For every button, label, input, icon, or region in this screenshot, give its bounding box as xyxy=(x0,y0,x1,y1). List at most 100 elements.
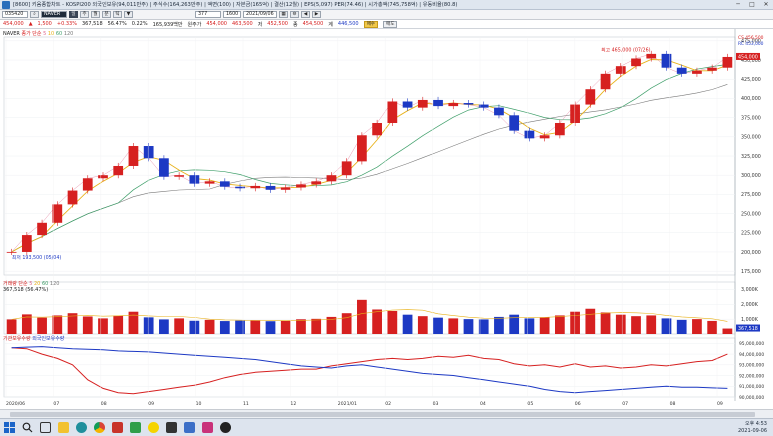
candle-body xyxy=(189,175,200,184)
candle-body xyxy=(448,103,459,107)
volume-bar xyxy=(204,319,215,334)
scroll-thumb[interactable] xyxy=(10,412,755,417)
volume-bar xyxy=(478,319,489,334)
volume-tick-label: 2,000K xyxy=(741,302,759,308)
candle-body xyxy=(600,73,611,90)
edge-icon[interactable] xyxy=(72,419,90,436)
tb-btn-day[interactable]: 일 xyxy=(69,11,78,18)
system-clock[interactable]: 오후 4:53 2021-09-06 xyxy=(738,421,767,435)
x-tick-label: 07 xyxy=(622,401,628,407)
candle-body xyxy=(250,185,261,189)
price-tick-label: 250,000 xyxy=(741,211,761,217)
stock-chart[interactable]: 475,000450,000425,000400,000375,000350,0… xyxy=(0,29,773,409)
calendar-icon[interactable]: ▦ xyxy=(279,11,288,18)
x-tick-label: 06 xyxy=(575,401,581,407)
x-tick-label: 09 xyxy=(717,401,723,407)
x-tick-label: 08 xyxy=(670,401,676,407)
candle-body xyxy=(646,53,657,59)
kakao-icon[interactable] xyxy=(144,419,162,436)
file-explorer-icon[interactable] xyxy=(54,419,72,436)
kiwoom-icon[interactable] xyxy=(216,419,234,436)
volume-bar xyxy=(52,315,63,334)
app-green-icon[interactable] xyxy=(126,419,144,436)
candle-body xyxy=(676,67,687,74)
high-annotation: 최고 465,000 (07/26) xyxy=(601,47,650,54)
clock-date: 2021-09-06 xyxy=(737,428,767,434)
candle-body xyxy=(143,146,154,159)
price-tick-label: 375,000 xyxy=(741,115,761,121)
volume-bar xyxy=(6,319,17,334)
clock-time: 오후 4:53 xyxy=(744,421,767,427)
volume-bar xyxy=(311,318,322,334)
ask-label: 계 xyxy=(328,21,333,28)
volume-bar xyxy=(341,313,352,334)
start-icon[interactable] xyxy=(0,419,18,436)
low-price: 452,500 xyxy=(267,21,288,27)
x-tick-label: 11 xyxy=(243,401,249,407)
volume-bar xyxy=(189,320,200,334)
low-annotation: 최저 193,500 (05/04) xyxy=(12,254,61,261)
date-input[interactable]: 2021/09/06 xyxy=(243,11,277,18)
x-tick-label: 07 xyxy=(53,401,59,407)
period-input[interactable]: 377 xyxy=(195,11,221,18)
tb-btn-week[interactable]: 주 xyxy=(80,11,89,18)
candle-body xyxy=(219,181,230,187)
tb-btn-dropdown[interactable]: ▼ xyxy=(124,11,133,18)
x-tick-label: 04 xyxy=(480,401,486,407)
volume-bar xyxy=(174,318,185,334)
chart-area[interactable]: 475,000 450,000 425,000 400,000 375,000 350,0… xyxy=(0,29,773,409)
settings-icon[interactable]: ⚙ xyxy=(290,11,299,18)
volume-bar xyxy=(113,315,124,334)
legend-inst: 기관보유수량 xyxy=(3,336,31,342)
volume-bar xyxy=(661,318,672,334)
task-view-icon[interactable] xyxy=(36,419,54,436)
app-dark-icon[interactable] xyxy=(162,419,180,436)
minimize-button[interactable]: ─ xyxy=(731,0,745,10)
maximize-button[interactable]: □ xyxy=(745,0,759,10)
buy-button[interactable]: 매수 xyxy=(363,20,379,28)
candle-body xyxy=(113,165,124,176)
open-price: 454,000 xyxy=(206,21,227,27)
volume-bar xyxy=(402,314,413,334)
candle-body xyxy=(707,67,718,71)
foreign-tick-label: 93,000,000 xyxy=(739,363,764,369)
volume-tick-label: 3,000K xyxy=(741,287,759,293)
candle-body xyxy=(296,184,306,188)
high-price: 463,500 xyxy=(232,21,253,27)
chart-toolbar: 035420 ⌕ NAVER 일 주 월 분 틱 ▼ 377 1600 2021… xyxy=(0,10,773,20)
sell-button[interactable]: 매도 xyxy=(383,20,398,28)
legend-ma-label: 종가 xyxy=(21,31,31,37)
candle-body xyxy=(204,181,215,184)
chrome-icon[interactable] xyxy=(90,419,108,436)
search-icon[interactable]: ⌕ xyxy=(30,11,39,18)
prev-icon[interactable]: ◀ xyxy=(301,11,310,18)
close-button[interactable]: ✕ xyxy=(759,0,773,10)
app-pink-icon[interactable] xyxy=(198,419,216,436)
app-blue-icon[interactable] xyxy=(180,419,198,436)
stock-code-input[interactable]: 035420 xyxy=(2,11,28,18)
price-tick-label: 350,000 xyxy=(741,135,761,141)
stock-name[interactable]: NAVER xyxy=(41,11,67,18)
tb-btn-tick[interactable]: 틱 xyxy=(113,11,122,18)
foreign-tick-label: 92,000,000 xyxy=(739,373,764,379)
volume-bar xyxy=(722,328,733,334)
volume-bar xyxy=(494,316,504,334)
volume-bar xyxy=(37,317,47,334)
volume-bar xyxy=(600,312,611,334)
tb-btn-minute[interactable]: 분 xyxy=(102,11,111,18)
candle-body xyxy=(722,56,733,68)
search-taskbar-icon[interactable] xyxy=(18,419,36,436)
app-red-icon[interactable] xyxy=(108,419,126,436)
ma5-line xyxy=(11,53,728,253)
candle-body xyxy=(357,135,367,162)
candle-body xyxy=(37,222,47,236)
tb-btn-month[interactable]: 월 xyxy=(91,11,100,18)
chart-scrollbar[interactable] xyxy=(0,409,773,418)
price-tick-label: 325,000 xyxy=(741,154,761,160)
price-tick-label: 300,000 xyxy=(741,173,761,179)
foreign-tick-label: 90,000,000 xyxy=(739,395,764,401)
current-price: 454,000 xyxy=(3,21,24,27)
period-input-2[interactable]: 1600 xyxy=(223,11,241,18)
x-tick-label: 03 xyxy=(433,401,439,407)
next-icon[interactable]: ▶ xyxy=(312,11,321,18)
